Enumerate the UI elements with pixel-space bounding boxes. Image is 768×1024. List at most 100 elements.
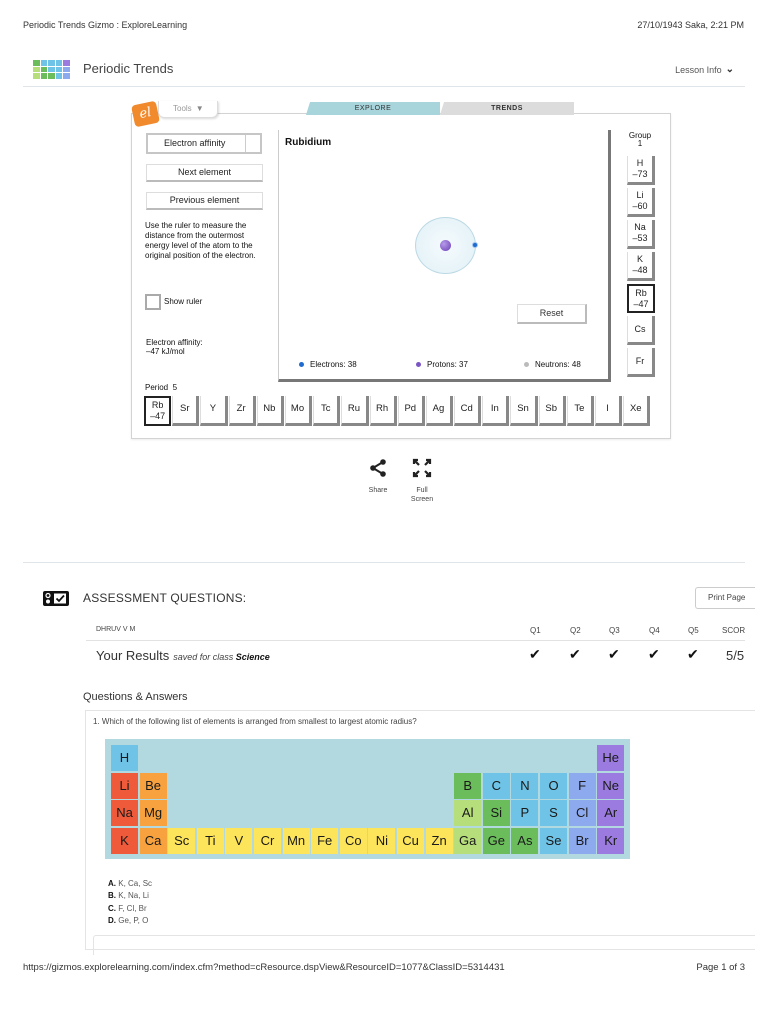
period-element-nb[interactable]: Nb (256, 396, 284, 426)
element-symbol: Sr (180, 403, 190, 414)
table-element-ar: Ar (597, 800, 625, 826)
element-symbol: Nb (263, 403, 276, 414)
group-element-rb[interactable]: Rb –47 (627, 284, 655, 313)
answer-choices: A. K, Ca, Sc B. K, Na, Li C. F, Cl, Br D. G… (108, 878, 152, 927)
property-select[interactable]: Electron affinity (146, 133, 262, 154)
group-element-k[interactable]: K –48 (627, 252, 655, 281)
table-element-cl: Cl (568, 800, 596, 826)
element-symbol: Fr (635, 356, 645, 366)
fullscreen-button[interactable]: Full Screen (408, 458, 436, 504)
element-symbol: Y (209, 403, 217, 414)
score-value: 5/5 (726, 648, 745, 663)
element-value: –53 (632, 233, 648, 243)
period-row: Rb –47 Sr Y Zr Nb Mo Tc Ru Rh Pd Ag Cd In Sn Sb Te I Xe (144, 396, 651, 426)
select-divider (245, 135, 246, 152)
table-element-zn: Zn (425, 827, 453, 854)
print-datetime: 27/10/1943 Saka, 2:21 PM (637, 20, 744, 30)
table-element-he: He (597, 745, 625, 771)
lesson-info-dropdown[interactable]: Lesson Info ⌄ (675, 64, 734, 75)
electron-affinity-readout: Electron affinity: –47 kJ/mol (146, 338, 203, 356)
your-results-row: Your Results saved for class Science (96, 648, 270, 663)
group-element-na[interactable]: Na –53 (627, 220, 655, 249)
element-symbol: I (606, 403, 609, 414)
answer-text: F, Cl, Br (118, 903, 147, 913)
table-element-sc: Sc (168, 827, 196, 854)
element-symbol: Pd (404, 403, 417, 414)
period-element-mo[interactable]: Mo (284, 396, 313, 426)
instructions-text: Use the ruler to measure the distance fr… (145, 221, 256, 260)
table-element-s: S (540, 800, 567, 826)
readout-label: Electron affinity: (146, 338, 203, 347)
column-header-q5: Q5 (688, 626, 699, 635)
assessment-title: ASSESSMENT QUESTIONS: (83, 591, 247, 605)
electron-dot-icon (299, 362, 304, 367)
table-element-cr: Cr (254, 827, 281, 854)
next-element-button[interactable]: Next element (146, 164, 263, 182)
periodic-trends-logo-icon (33, 60, 70, 79)
table-element-fe: Fe (311, 827, 339, 854)
period-element-y[interactable]: Y (200, 396, 228, 426)
table-element-ni: Ni (368, 827, 396, 854)
show-ruler-label[interactable]: Show ruler (164, 297, 202, 306)
period-element-sn[interactable]: Sn (510, 396, 538, 426)
period-element-ag[interactable]: Ag (425, 396, 454, 426)
answer-text: Ge, P, O (118, 915, 149, 925)
answer-card (93, 935, 755, 955)
table-element-se: Se (540, 827, 567, 854)
footer-url: https://gizmos.explorelearning.com/index… (23, 962, 505, 973)
answer-letter: D. (108, 915, 116, 925)
period-element-pd[interactable]: Pd (397, 396, 425, 426)
element-value: –47 (633, 299, 649, 309)
element-symbol: Ru (347, 403, 360, 414)
tab-explore[interactable]: EXPLORE (306, 102, 440, 115)
reset-button[interactable]: Reset (517, 304, 587, 324)
answer-letter: B. (108, 891, 116, 901)
period-element-sr[interactable]: Sr (172, 396, 200, 426)
q2-check-icon: ✔ (569, 646, 581, 662)
table-element-p: P (511, 800, 539, 826)
period-element-sb[interactable]: Sb (538, 396, 566, 426)
period-element-ru[interactable]: Ru (341, 396, 369, 426)
period-element-cd[interactable]: Cd (454, 396, 482, 426)
show-ruler-checkbox[interactable] (145, 294, 161, 310)
results-label: Your Results (96, 648, 170, 663)
group-element-li[interactable]: Li –60 (627, 188, 655, 217)
element-symbol: Mo (290, 403, 305, 414)
lesson-info-label: Lesson Info (675, 64, 722, 75)
periodic-table-image: H He Li Be B C N O F Ne Na Mg Al Si P S Cl Ar K Ca Sc Ti V Cr Mn… (105, 739, 630, 859)
period-element-xe[interactable]: Xe (623, 396, 651, 426)
readout-value: –47 kJ/mol (146, 347, 185, 356)
legend-protons: Protons: 37 (416, 360, 468, 369)
period-element-rh[interactable]: Rh (369, 396, 397, 426)
element-symbol: Te (574, 403, 585, 414)
period-label: Period 5 (145, 383, 177, 392)
column-header-score: SCORE (722, 626, 745, 635)
period-element-te[interactable]: Te (566, 396, 594, 426)
saved-for-prefix: saved for class (173, 652, 234, 662)
share-button[interactable]: Share (365, 458, 391, 495)
column-header-q2: Q2 (570, 626, 581, 635)
element-symbol: Rh (376, 403, 389, 414)
valence-electron[interactable] (472, 242, 478, 248)
element-value: –47 (150, 411, 166, 421)
questions-answers-title: Questions & Answers (83, 691, 188, 703)
period-element-tc[interactable]: Tc (313, 396, 341, 426)
table-element-na: Na (111, 800, 138, 826)
period-element-rb[interactable]: Rb –47 (144, 396, 172, 426)
period-number: 5 (172, 383, 178, 392)
class-name: Science (235, 652, 270, 662)
tools-label: Tools (173, 104, 192, 113)
period-element-zr[interactable]: Zr (228, 396, 256, 426)
answer-text: K, Na, Li (118, 891, 149, 901)
tab-trends[interactable]: TRENDS (440, 102, 574, 115)
element-symbol: Rb (635, 288, 647, 298)
group-element-fr[interactable]: Fr (627, 348, 655, 377)
print-page-button[interactable]: Print Page (695, 587, 755, 609)
previous-element-button[interactable]: Previous element (146, 192, 263, 210)
group-element-h[interactable]: H –73 (627, 156, 655, 185)
period-element-in[interactable]: In (482, 396, 510, 426)
group-element-cs[interactable]: Cs (627, 316, 655, 345)
tools-menu-button[interactable]: Tools ▼ (158, 101, 218, 118)
table-element-b: B (454, 772, 482, 799)
period-element-i[interactable]: I (595, 396, 623, 426)
